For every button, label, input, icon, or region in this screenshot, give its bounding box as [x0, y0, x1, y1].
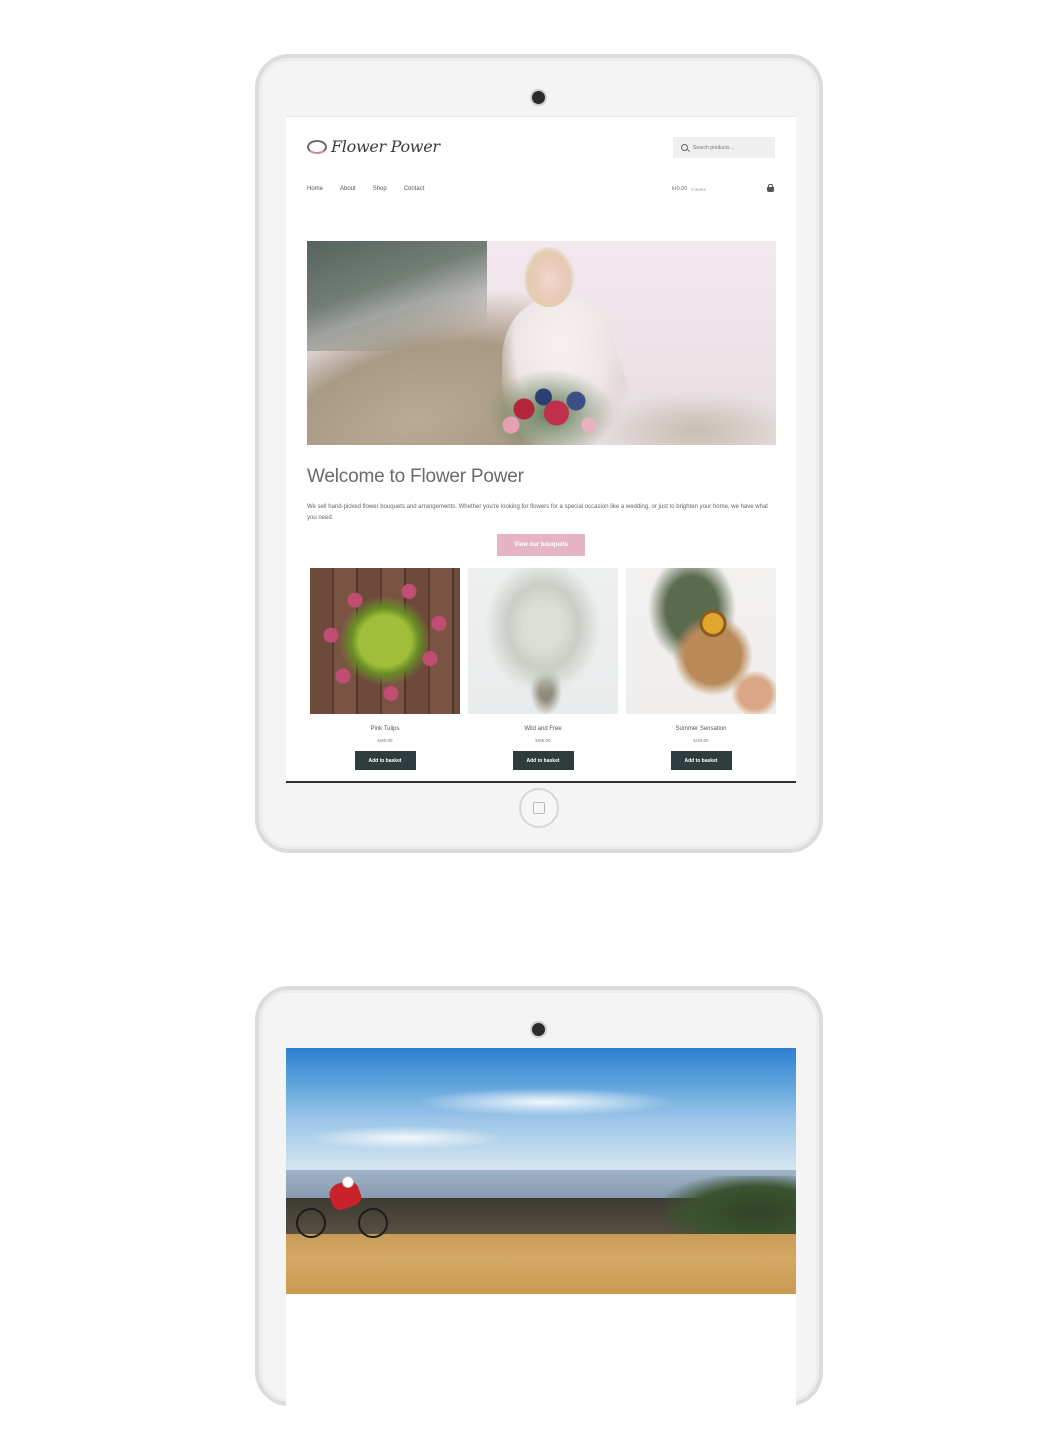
- cart-total: kr0.00: [672, 186, 688, 192]
- product-card: Summer Sensation kr40.00 Add to basket: [626, 568, 776, 770]
- intro-text: We sell hand-picked flower bouquets and …: [307, 504, 768, 521]
- landscape-ground: [286, 1234, 796, 1294]
- product-name[interactable]: Summer Sensation: [626, 726, 776, 732]
- tablet-screen-landscape: [286, 1048, 796, 1448]
- logo-text: Flower Power: [331, 137, 440, 156]
- camera-icon: [532, 1023, 545, 1036]
- product-price: kr40.00: [693, 738, 709, 743]
- search-input[interactable]: [693, 144, 763, 151]
- product-card: Pink Tulips kr60.00 Add to basket: [310, 568, 460, 770]
- product-card: Wild and Free kr65.00 Add to basket: [468, 568, 618, 770]
- page-title: Welcome to Flower Power: [307, 466, 524, 487]
- cart-icon[interactable]: [767, 184, 774, 192]
- nav-shop[interactable]: Shop: [373, 186, 387, 192]
- camera-icon: [532, 91, 545, 104]
- tablet-device-top: Flower Power Home About Shop Contact kr0…: [255, 54, 823, 853]
- tablet-device-bottom: [255, 986, 823, 1448]
- hero-image: [307, 241, 776, 445]
- product-name[interactable]: Pink Tulips: [310, 726, 460, 732]
- add-to-basket-button[interactable]: Add to basket: [512, 751, 574, 770]
- add-to-basket-button[interactable]: Add to basket: [354, 751, 416, 770]
- search-icon: [681, 144, 688, 151]
- nav-contact[interactable]: Contact: [404, 186, 425, 192]
- search-box[interactable]: [673, 137, 775, 158]
- add-to-basket-button[interactable]: Add to basket: [670, 751, 732, 770]
- product-image-pink-tulips[interactable]: [310, 568, 460, 714]
- home-button-icon[interactable]: [519, 788, 559, 828]
- product-image-summer-sensation[interactable]: [626, 568, 776, 714]
- cart-count: 0 items: [691, 186, 706, 192]
- product-price: kr60.00: [377, 738, 393, 743]
- product-image-wild-and-free[interactable]: [468, 568, 618, 714]
- site-logo[interactable]: Flower Power: [307, 137, 440, 156]
- cart-summary[interactable]: kr0.00 0 items: [672, 186, 706, 192]
- logo-icon: [307, 139, 327, 154]
- view-bouquets-button[interactable]: View our bouquets: [497, 534, 585, 556]
- product-price: kr65.00: [535, 738, 551, 743]
- nav-home[interactable]: Home: [307, 186, 323, 192]
- tablet-screen: Flower Power Home About Shop Contact kr0…: [286, 116, 796, 783]
- main-nav: Home About Shop Contact: [307, 186, 441, 192]
- product-name[interactable]: Wild and Free: [468, 726, 618, 732]
- nav-about[interactable]: About: [340, 186, 356, 192]
- cyclist-image: [296, 1176, 388, 1238]
